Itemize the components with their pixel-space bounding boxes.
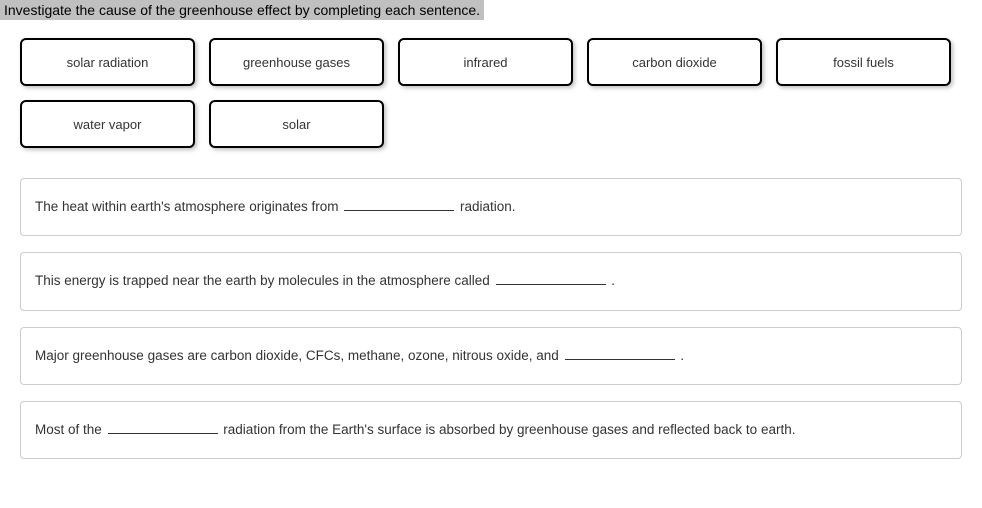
tile-solar-radiation[interactable]: solar radiation xyxy=(20,38,195,86)
sentence-text: . xyxy=(608,273,616,288)
blank-drop-target[interactable] xyxy=(108,420,218,434)
sentence-text: Major greenhouse gases are carbon dioxid… xyxy=(35,348,563,363)
sentence-4[interactable]: Most of the radiation from the Earth's s… xyxy=(20,401,962,459)
blank-drop-target[interactable] xyxy=(496,272,606,286)
blank-drop-target[interactable] xyxy=(565,346,675,360)
blank-drop-target[interactable] xyxy=(344,198,454,212)
tile-solar[interactable]: solar xyxy=(209,100,384,148)
sentence-3[interactable]: Major greenhouse gases are carbon dioxid… xyxy=(20,327,962,385)
instruction-text: Investigate the cause of the greenhouse … xyxy=(0,0,484,20)
sentence-text: Most of the xyxy=(35,422,106,437)
tile-water-vapor[interactable]: water vapor xyxy=(20,100,195,148)
tile-fossil-fuels[interactable]: fossil fuels xyxy=(776,38,951,86)
sentence-text: . xyxy=(677,348,685,363)
tile-carbon-dioxide[interactable]: carbon dioxide xyxy=(587,38,762,86)
tile-infrared[interactable]: infrared xyxy=(398,38,573,86)
tile-greenhouse-gases[interactable]: greenhouse gases xyxy=(209,38,384,86)
sentences-container: The heat within earth's atmosphere origi… xyxy=(0,178,982,459)
sentence-1[interactable]: The heat within earth's atmosphere origi… xyxy=(20,178,962,236)
sentence-2[interactable]: This energy is trapped near the earth by… xyxy=(20,252,962,310)
draggable-tiles-container: solar radiation greenhouse gases infrare… xyxy=(0,38,982,178)
sentence-text: radiation from the Earth's surface is ab… xyxy=(220,422,796,437)
sentence-text: radiation. xyxy=(456,199,515,214)
sentence-text: This energy is trapped near the earth by… xyxy=(35,273,494,288)
sentence-text: The heat within earth's atmosphere origi… xyxy=(35,199,342,214)
